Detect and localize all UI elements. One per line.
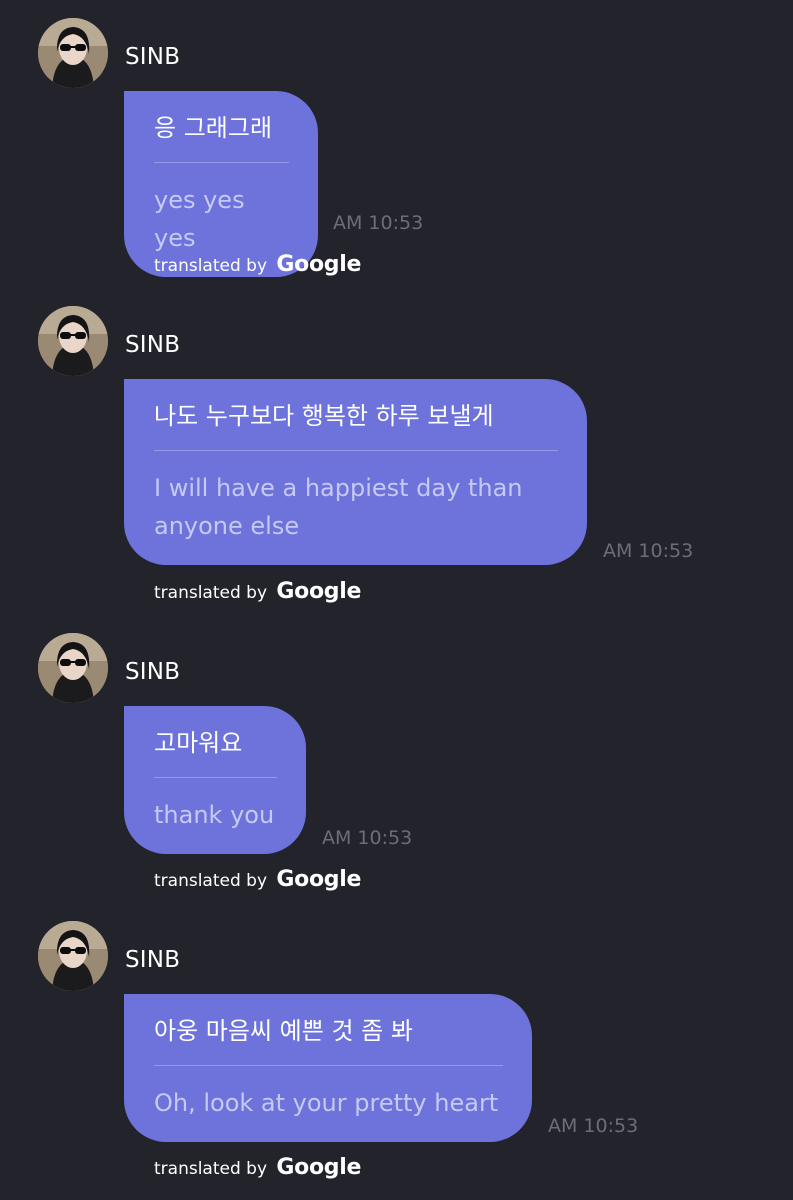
original-text: 아웅 마음씨 예쁜 것 좀 봐: [154, 1017, 413, 1045]
translated-text: yes yes yes: [154, 186, 245, 252]
sender-name: SINB: [125, 44, 181, 70]
message-timestamp: AM 10:53: [333, 212, 424, 234]
credit-prefix: translated by: [154, 583, 268, 603]
translated-text: thank you: [154, 801, 275, 829]
credit-prefix: translated by: [154, 871, 268, 891]
message-bubble[interactable]: 아웅 마음씨 예쁜 것 좀 봐 Oh, look at your pretty …: [124, 994, 532, 1142]
divider: [154, 162, 289, 163]
google-logo: Google: [276, 579, 362, 604]
credit-prefix: translated by: [154, 1159, 268, 1179]
sender-name: SINB: [125, 947, 181, 973]
translated-text: Oh, look at your pretty heart: [154, 1089, 499, 1117]
message-bubble[interactable]: 응 그래그래 yes yes yes: [124, 91, 318, 277]
avatar-photo-icon: [38, 18, 108, 88]
sender-name: SINB: [125, 659, 181, 685]
google-logo: Google: [276, 1155, 362, 1180]
credit-prefix: translated by: [154, 256, 268, 276]
translation-credit: translated by Google: [154, 252, 361, 277]
message-timestamp: AM 10:53: [603, 540, 694, 562]
message-bubble[interactable]: 나도 누구보다 행복한 하루 보낼게 I will have a happies…: [124, 379, 587, 565]
original-text: 나도 누구보다 행복한 하루 보낼게: [154, 402, 494, 430]
translation-credit: translated by Google: [154, 1155, 361, 1180]
message-bubble[interactable]: 고마워요 thank you: [124, 706, 306, 854]
divider: [154, 777, 277, 778]
original-text: 응 그래그래: [154, 114, 273, 142]
avatar-photo-icon: [38, 306, 108, 376]
original-text: 고마워요: [154, 729, 243, 757]
message-timestamp: AM 10:53: [548, 1115, 639, 1137]
avatar[interactable]: [38, 18, 108, 88]
divider: [154, 450, 558, 451]
sender-name: SINB: [125, 332, 181, 358]
avatar[interactable]: [38, 306, 108, 376]
avatar[interactable]: [38, 633, 108, 703]
avatar-photo-icon: [38, 633, 108, 703]
google-logo: Google: [276, 867, 362, 892]
avatar-photo-icon: [38, 921, 108, 991]
google-logo: Google: [276, 252, 362, 277]
translated-text: I will have a happiest day than anyone e…: [154, 474, 523, 540]
translation-credit: translated by Google: [154, 867, 361, 892]
divider: [154, 1065, 503, 1066]
translation-credit: translated by Google: [154, 579, 361, 604]
avatar[interactable]: [38, 921, 108, 991]
message-timestamp: AM 10:53: [322, 827, 413, 849]
